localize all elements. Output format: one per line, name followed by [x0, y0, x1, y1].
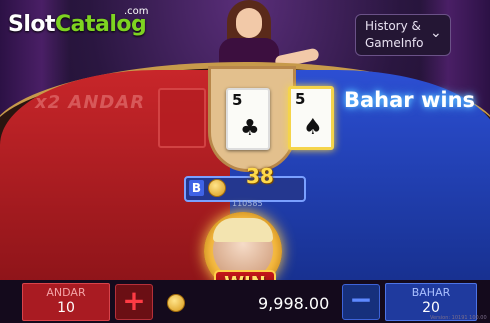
joker-card: 5 ♣ — [226, 88, 270, 150]
andar-bet-label: ANDAR — [46, 286, 86, 299]
increase-bet-button[interactable]: + — [115, 284, 153, 320]
joker-card-rank: 5 — [232, 91, 243, 109]
andar-table-label: x2 ANDAR — [35, 92, 146, 113]
club-icon: ♣ — [240, 116, 260, 141]
dealer-face — [236, 8, 262, 38]
avatar-hair — [213, 218, 273, 242]
bahar-card-rank: 5 — [295, 90, 306, 108]
andar-bet-value: 10 — [57, 300, 75, 316]
round-number: 110585 — [232, 199, 263, 208]
andar-card-slot — [158, 88, 206, 148]
game-scene: x2 ANDAR 5 ♣ 5 ♠ Bahar wins B 38 110585 … — [0, 0, 490, 323]
bahar-bet-label: BAHAR — [411, 286, 451, 299]
andar-bet-box[interactable]: ANDAR 10 — [22, 283, 110, 321]
gameinfo-label: GameInfo — [365, 36, 424, 50]
bahar-winning-card: 5 ♠ — [288, 86, 334, 150]
win-amount: 38 — [246, 164, 274, 188]
result-text: Bahar wins — [344, 88, 476, 112]
history-gameinfo-button[interactable]: History & GameInfo ⌄ — [355, 14, 451, 56]
logo-part-slot: Slot — [8, 12, 56, 37]
logo-suffix: .com — [124, 6, 149, 17]
version-text: Version: 10191 100.00 — [430, 315, 487, 321]
chevron-down-icon: ⌄ — [430, 25, 442, 41]
bahar-bet-value: 20 — [422, 300, 440, 316]
bet-side-letter: B — [189, 180, 204, 196]
balance-amount: 9,998.00 — [258, 294, 330, 313]
decrease-bet-button[interactable]: − — [342, 284, 380, 320]
coin-icon — [208, 179, 226, 197]
spade-icon: ♠ — [303, 115, 323, 140]
balance-coin-icon — [167, 294, 185, 312]
history-label: History & — [365, 19, 421, 33]
